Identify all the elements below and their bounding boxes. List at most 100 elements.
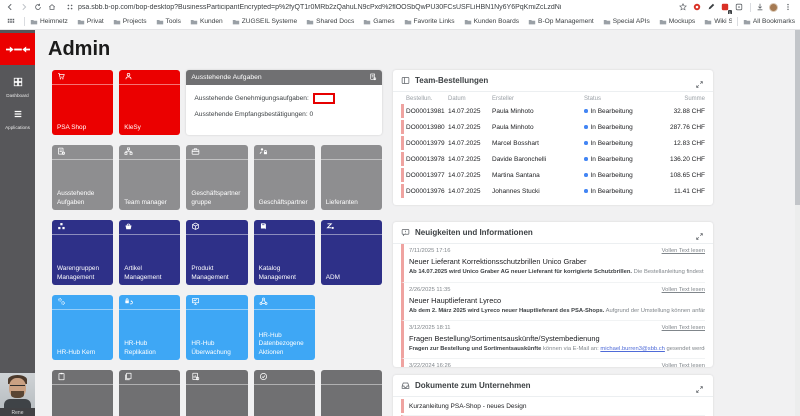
card-title: Dokumente zum Unternehmen bbox=[415, 381, 695, 390]
profile-avatar[interactable] bbox=[768, 2, 779, 13]
tile-geschaeftspartner[interactable]: Geschäftspartner bbox=[254, 145, 315, 210]
tile-check[interactable] bbox=[254, 370, 315, 416]
order-row[interactable]: DO0001397814.07.2025Davide Baronchelli I… bbox=[401, 152, 705, 166]
bookmark-folder[interactable]: ZUGSEIL Systeme bbox=[232, 18, 297, 26]
bookmark-folder[interactable]: Shared Docs bbox=[306, 18, 354, 26]
tile-team-manager[interactable]: Team manager bbox=[119, 145, 180, 210]
order-row[interactable]: DO0001397614.07.2025Johannes Stucki In B… bbox=[401, 184, 705, 198]
tile-klesy[interactable]: KleSy bbox=[119, 70, 180, 135]
tile-warengruppen-management[interactable]: Warengruppen Management bbox=[52, 220, 113, 285]
read-more-link[interactable]: Vollen Text lesen bbox=[662, 287, 705, 293]
extension-badge-icon[interactable]: 1 bbox=[719, 2, 730, 13]
news-item[interactable]: 3/12/2025 18:11 Vollen Text lesen Fragen… bbox=[401, 320, 705, 358]
bookmark-folder[interactable]: Wiki Seiten bbox=[704, 18, 732, 26]
all-bookmarks[interactable]: All Bookmarks bbox=[743, 18, 795, 26]
news-item[interactable]: 2/26/2025 11:35 Vollen Text lesen Neuer … bbox=[401, 282, 705, 320]
news-item[interactable]: 3/22/2024 16:26 Vollen Text lesen bbox=[401, 358, 705, 367]
bookmark-folder[interactable]: Projects bbox=[113, 18, 147, 26]
order-row[interactable]: DO0001397914.07.2025Marcel Bosshart In B… bbox=[401, 136, 705, 150]
tile-label: Geschäftspartner bbox=[259, 199, 312, 207]
document-item[interactable]: Kurzanleitung PSA-Shop - neues Design bbox=[401, 399, 705, 413]
order-row[interactable]: DO0001398014.07.2025Paula Minhoto In Bea… bbox=[401, 120, 705, 134]
page-scrollbar[interactable] bbox=[795, 30, 800, 416]
approvals-label: Ausstehende Genehmigungsaufgaben: bbox=[194, 95, 308, 102]
extension-pen-icon[interactable] bbox=[705, 2, 716, 13]
tile-label: KleSy bbox=[124, 124, 177, 132]
read-more-link[interactable]: Vollen Text lesen bbox=[662, 325, 705, 331]
extensions-puzzle-icon[interactable] bbox=[733, 2, 744, 13]
sidebar-item-label: Applications bbox=[0, 125, 35, 130]
forward-icon[interactable] bbox=[18, 2, 29, 13]
bookmark-folders: Heimnetz Privat Projects Tools Kunden ZU… bbox=[30, 18, 732, 26]
download-icon[interactable] bbox=[754, 2, 765, 13]
address-bar[interactable]: psa.sbb.b-op.com/bop-desktop?BusinessPar… bbox=[60, 1, 677, 13]
tile-ausstehende-aufgaben[interactable]: Ausstehende Aufgaben bbox=[52, 145, 113, 210]
sidebar-item-applications[interactable]: Applications bbox=[0, 106, 35, 130]
bookmark-folder[interactable]: Games bbox=[363, 18, 394, 26]
bookmark-folder[interactable]: Privat bbox=[77, 18, 104, 26]
apps-grid-icon[interactable] bbox=[5, 16, 16, 27]
status-text: In Bearbeitung bbox=[591, 108, 633, 115]
tile-doc-chart[interactable] bbox=[186, 370, 247, 416]
tile-row-2: Ausstehende Aufgaben Team manager Geschä… bbox=[52, 145, 382, 210]
read-more-link[interactable]: Vollen Text lesen bbox=[662, 248, 705, 254]
reload-icon[interactable] bbox=[32, 2, 43, 13]
tile-psa-shop[interactable]: PSA Shop bbox=[52, 70, 113, 135]
pending-tasks-panel: Ausstehende Aufgaben Ausstehende Genehmi… bbox=[186, 70, 382, 135]
tile-artikel-management[interactable]: Artikel Management bbox=[119, 220, 180, 285]
tile-hrhub-datenbezogene-aktionen[interactable]: HR-Hub Datenbezogene Aktionen bbox=[254, 295, 315, 360]
tile-adm[interactable]: ADM bbox=[321, 220, 382, 285]
bookmark-star-icon[interactable] bbox=[677, 2, 688, 13]
read-more-link[interactable]: Vollen Text lesen bbox=[662, 363, 705, 367]
tile-hrhub-replikation[interactable]: HR-Hub Replikation bbox=[119, 295, 180, 360]
news-item[interactable]: 7/11/2025 17:16 Vollen Text lesen Neuer … bbox=[401, 244, 705, 282]
sidebar-item-label: Dashboard bbox=[0, 93, 35, 98]
app-window: Dashboard Applications Rene Admin PSA Sh… bbox=[0, 30, 800, 416]
bookmark-folder[interactable]: Special APIs bbox=[603, 18, 650, 26]
expand-icon[interactable] bbox=[695, 76, 705, 86]
bookmark-folder[interactable]: B-Op Management bbox=[528, 18, 594, 26]
order-row[interactable]: DO0001397714.07.2025Martina Santana In B… bbox=[401, 168, 705, 182]
url-text[interactable]: psa.sbb.b-op.com/bop-desktop?BusinessPar… bbox=[78, 4, 561, 11]
org-chart-icon bbox=[124, 145, 133, 161]
order-row[interactable]: DO0001398114.07.2025Paula Minhoto In Bea… bbox=[401, 104, 705, 118]
tile-hrhub-ueberwachung[interactable]: HR-Hub Überwachung bbox=[186, 295, 247, 360]
status-dot bbox=[584, 189, 588, 193]
home-icon[interactable] bbox=[46, 2, 57, 13]
status-text: In Bearbeitung bbox=[591, 156, 633, 163]
browser-toolbar: psa.sbb.b-op.com/bop-desktop?BusinessPar… bbox=[0, 0, 800, 14]
back-icon[interactable] bbox=[4, 2, 15, 13]
bookmark-folder[interactable]: Heimnetz bbox=[30, 18, 68, 26]
lock-sync-icon bbox=[124, 295, 133, 311]
bookmarks-divider bbox=[24, 17, 25, 26]
tile-unlabeled[interactable] bbox=[321, 370, 382, 416]
document-icon bbox=[369, 73, 377, 83]
email-link[interactable]: michael.burren3@sbb.ch bbox=[600, 346, 665, 352]
bookmark-folder[interactable]: Tools bbox=[156, 18, 181, 26]
expand-icon[interactable] bbox=[695, 381, 705, 391]
document-chart-icon bbox=[191, 370, 200, 386]
extension-red-circle-icon[interactable] bbox=[691, 2, 702, 13]
news-date: 7/11/2025 17:16 bbox=[409, 248, 450, 254]
tile-hrhub-kern[interactable]: HR-Hub Kern bbox=[52, 295, 113, 360]
tab-groups-icon[interactable] bbox=[64, 2, 75, 13]
bookmark-folder[interactable]: Kunden bbox=[190, 18, 223, 26]
tile-clipboard[interactable] bbox=[52, 370, 113, 416]
scrollbar-thumb[interactable] bbox=[795, 30, 800, 205]
tile-lieferanten[interactable]: Lieferanten bbox=[321, 145, 382, 210]
bookmark-folder[interactable]: Favorite Links bbox=[404, 18, 455, 26]
news-bubble-icon bbox=[401, 224, 410, 242]
news-title: Neuer Hauptlieferant Lyreco bbox=[409, 296, 705, 305]
bookmark-folder[interactable]: Kunden Boards bbox=[464, 18, 519, 26]
expand-icon[interactable] bbox=[695, 228, 705, 238]
tile-doc-copy[interactable] bbox=[119, 370, 180, 416]
status-dot bbox=[584, 109, 588, 113]
check-circle-icon bbox=[259, 370, 268, 386]
tile-katalog-management[interactable]: Katalog Management bbox=[254, 220, 315, 285]
bookmark-folder[interactable]: Mockups bbox=[659, 18, 695, 26]
sidebar-item-dashboard[interactable]: Dashboard bbox=[0, 74, 35, 98]
user-photo[interactable] bbox=[0, 373, 35, 408]
tile-geschaeftspartner-gruppe[interactable]: Geschäftspartner gruppe bbox=[186, 145, 247, 210]
tile-produkt-management[interactable]: Produkt Management bbox=[186, 220, 247, 285]
browser-menu-icon[interactable] bbox=[782, 2, 793, 13]
